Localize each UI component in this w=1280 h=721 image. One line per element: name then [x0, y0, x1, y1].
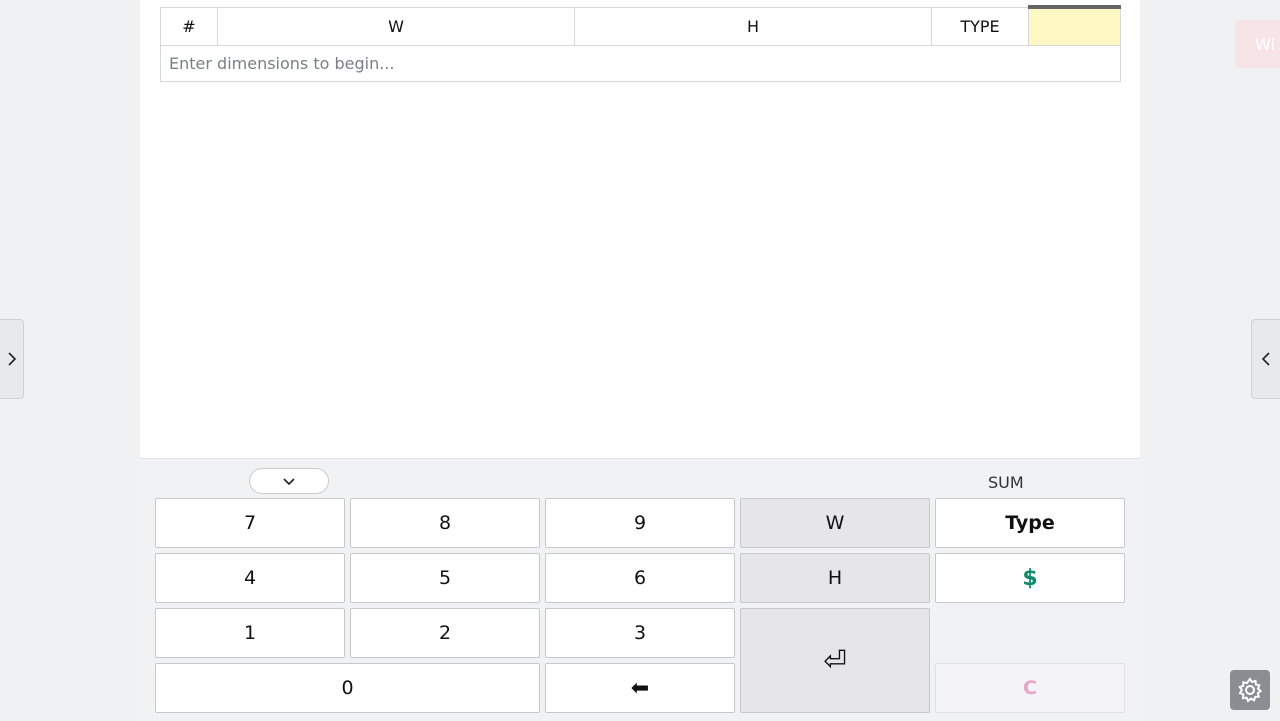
chevron-right-icon	[7, 352, 16, 366]
key-4[interactable]: 4	[155, 553, 345, 603]
settings-button[interactable]	[1230, 670, 1270, 710]
height-button[interactable]: H	[740, 553, 930, 603]
key-7[interactable]: 7	[155, 498, 345, 548]
col-header-width: W	[217, 6, 575, 46]
chevron-down-icon	[283, 477, 295, 485]
col-header-index: #	[160, 6, 218, 46]
ghost-action-button[interactable]: Wi	[1235, 20, 1280, 68]
type-button[interactable]: Type	[935, 498, 1125, 548]
backspace-button[interactable]: ⬅	[545, 663, 735, 713]
gear-icon	[1238, 677, 1263, 703]
col-header-accent	[1028, 5, 1121, 46]
key-9[interactable]: 9	[545, 498, 735, 548]
col-header-height: H	[574, 6, 932, 46]
left-panel-toggle[interactable]	[0, 319, 24, 399]
chevron-left-icon	[1261, 352, 1270, 366]
col-header-type: TYPE	[931, 6, 1029, 46]
table-header-row: # W H TYPE	[160, 5, 1121, 46]
key-1[interactable]: 1	[155, 608, 345, 658]
sum-label: SUM	[988, 473, 1024, 492]
enter-button[interactable]: ⏎	[740, 608, 930, 713]
ghost-action-label: Wi	[1255, 34, 1275, 54]
key-2[interactable]: 2	[350, 608, 540, 658]
table-row: Enter dimensions to begin...	[160, 45, 1121, 82]
main-panel: # W H TYPE Enter dimensions to begin... …	[140, 0, 1140, 721]
key-0[interactable]: 0	[155, 663, 540, 713]
key-6[interactable]: 6	[545, 553, 735, 603]
key-5[interactable]: 5	[350, 553, 540, 603]
price-button[interactable]: $	[935, 553, 1125, 603]
empty-table-placeholder: Enter dimensions to begin...	[160, 45, 1121, 82]
dimensions-table: # W H TYPE Enter dimensions to begin...	[160, 5, 1121, 82]
keypad-area: SUM 7 8 9 W Type 4 5 6 H $ 1 2 3 ⏎ 0 ⬅ C	[140, 458, 1140, 721]
clear-button[interactable]: C	[935, 663, 1125, 713]
width-button[interactable]: W	[740, 498, 930, 548]
collapse-keypad-button[interactable]	[249, 468, 329, 494]
key-3[interactable]: 3	[545, 608, 735, 658]
key-8[interactable]: 8	[350, 498, 540, 548]
right-panel-toggle[interactable]	[1251, 319, 1280, 399]
